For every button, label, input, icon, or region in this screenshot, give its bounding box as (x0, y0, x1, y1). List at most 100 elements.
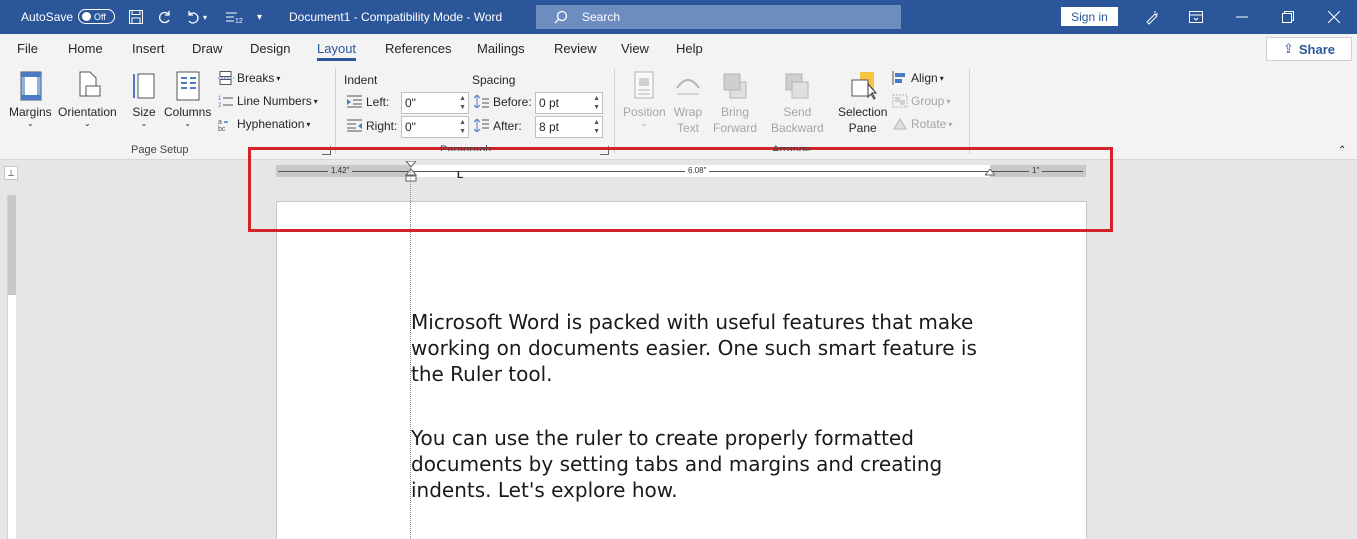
margins-button[interactable]: Margins ⌄ (9, 70, 52, 128)
rotate-button[interactable]: Rotate ▾ (892, 114, 952, 134)
indent-right-icon (347, 119, 362, 132)
spinner-icon[interactable]: ▲ ▼ (593, 94, 600, 112)
tab-review[interactable]: Review (554, 41, 597, 56)
tab-view[interactable]: View (621, 41, 649, 56)
minimize-icon[interactable] (1219, 0, 1265, 34)
breaks-button[interactable]: Breaks ▾ (218, 68, 280, 88)
bring-forward-label-1: Bring (721, 105, 750, 119)
bring-forward-icon (723, 73, 747, 99)
position-icon (634, 71, 654, 99)
share-icon: ⇪ (1282, 41, 1294, 56)
undo-dropdown-icon[interactable]: ▾ (203, 0, 207, 34)
tab-layout[interactable]: Layout (317, 41, 357, 61)
search-input[interactable]: Search (536, 5, 901, 29)
tab-help[interactable]: Help (676, 41, 703, 56)
tab-mailings[interactable]: Mailings (477, 41, 525, 56)
wrap-text-label-2: Text (676, 121, 699, 135)
group-button[interactable]: Group ▾ (892, 91, 950, 111)
indent-left-label: Left: (366, 95, 390, 109)
spacing-before-label: Before: (493, 95, 532, 109)
sign-in-button[interactable]: Sign in (1061, 7, 1118, 26)
wrap-text-button[interactable]: Wrap Text (673, 70, 703, 136)
hyphenation-icon: abc (218, 119, 228, 131)
pen-icon[interactable] (1129, 0, 1175, 34)
spacing-before-input[interactable]: 0 pt ▲ ▼ (535, 92, 603, 114)
spacing-after-value: 8 pt (539, 120, 560, 134)
tab-selector-icon[interactable]: ⊥ (4, 166, 18, 180)
document-paragraph-1[interactable]: Microsoft Word is packed with useful fea… (411, 309, 991, 387)
indent-right-input[interactable]: 0" ▲ ▼ (401, 116, 469, 138)
spinner-icon[interactable]: ▲ ▼ (459, 94, 466, 112)
indent-left-input[interactable]: 0" ▲ ▼ (401, 92, 469, 114)
chevron-down-icon: ⌄ (641, 119, 648, 128)
spinner-icon[interactable]: ▲ ▼ (593, 118, 600, 136)
align-button[interactable]: Align ▾ (892, 68, 944, 88)
close-icon[interactable] (1311, 0, 1357, 34)
ribbon-display-icon[interactable] (1173, 0, 1219, 34)
tab-draw[interactable]: Draw (192, 41, 222, 56)
title-bar: AutoSave Off ▾ 123 ▾ Document1 - Compati… (0, 0, 1357, 34)
collapse-ribbon-icon[interactable]: ⌃ (1338, 145, 1346, 156)
wrap-text-icon (676, 79, 700, 95)
document-title: Document1 - Compatibility Mode - Word (289, 10, 503, 24)
customize-toolbar-icon[interactable]: ▾ (257, 0, 262, 34)
selection-pane-button[interactable]: Selection Pane (838, 70, 887, 136)
spinner-icon[interactable]: ▲ ▼ (459, 118, 466, 136)
svg-text:2: 2 (218, 103, 222, 108)
undo-icon[interactable] (183, 0, 203, 34)
align-label: Align (911, 71, 938, 85)
ribbon-tabs: File Home Insert Draw Design Layout Refe… (0, 34, 1357, 64)
svg-text:bc: bc (218, 126, 226, 131)
save-icon[interactable] (126, 0, 146, 34)
format-painter-icon[interactable]: 123 (224, 0, 244, 34)
orientation-icon (79, 71, 101, 97)
position-button[interactable]: Position ⌄ (623, 70, 666, 128)
send-backward-button[interactable]: Send Backward (771, 70, 824, 136)
size-button[interactable]: Size ⌄ (129, 70, 159, 128)
indent-left-value: 0" (405, 96, 416, 110)
group-label: Group (911, 94, 945, 108)
indent-right-label: Right: (366, 119, 398, 133)
send-backward-icon (785, 73, 809, 99)
hyphenation-label: Hyphenation (237, 117, 305, 131)
wrap-text-label-1: Wrap (673, 105, 703, 119)
group-divider (969, 68, 970, 154)
hyphenation-button[interactable]: a bc Hyphenation ▾ (218, 114, 310, 134)
tab-references[interactable]: References (385, 41, 451, 56)
selection-pane-label-1: Selection (838, 105, 888, 119)
spacing-after-input[interactable]: 8 pt ▲ ▼ (535, 116, 603, 138)
spacing-label: Spacing (472, 73, 516, 87)
autosave-toggle[interactable]: Off (78, 9, 115, 24)
tab-design[interactable]: Design (250, 41, 290, 56)
share-label: Share (1298, 41, 1336, 57)
line-numbers-button[interactable]: 12 Line Numbers ▾ (218, 91, 318, 111)
tab-file[interactable]: File (17, 41, 38, 56)
autosave-state: Off (94, 11, 106, 22)
line-numbers-icon: 12 (218, 96, 233, 108)
line-numbers-label: Line Numbers (237, 94, 312, 108)
selection-pane-label-2: Pane (848, 121, 877, 135)
redo-icon[interactable] (155, 0, 175, 34)
share-button[interactable]: ⇪ Share (1266, 37, 1352, 61)
breaks-label: Breaks (237, 71, 275, 85)
columns-button[interactable]: Columns ⌄ (164, 70, 211, 128)
document-paragraph-2[interactable]: You can use the ruler to create properly… (411, 425, 991, 503)
tab-insert[interactable]: Insert (132, 41, 165, 56)
size-icon (133, 73, 155, 99)
align-icon (892, 71, 905, 85)
rotate-label: Rotate (911, 117, 947, 131)
rotate-icon (893, 118, 907, 130)
ribbon: Margins ⌄ Orientation ⌄ Size ⌄ Columns ⌄… (0, 64, 1357, 160)
tab-home[interactable]: Home (68, 41, 103, 56)
vertical-ruler[interactable] (7, 195, 16, 539)
restore-icon[interactable] (1265, 0, 1311, 34)
toggle-knob-icon (82, 12, 91, 21)
send-backward-label-2: Backward (771, 121, 824, 135)
orientation-button[interactable]: Orientation ⌄ (58, 70, 117, 128)
chevron-down-icon: ▾ (313, 96, 318, 106)
indent-label: Indent (344, 73, 378, 87)
search-icon (554, 10, 568, 24)
svg-text:123: 123 (235, 18, 243, 25)
vertical-ruler-margin (8, 195, 16, 295)
bring-forward-button[interactable]: Bring Forward (713, 70, 757, 136)
